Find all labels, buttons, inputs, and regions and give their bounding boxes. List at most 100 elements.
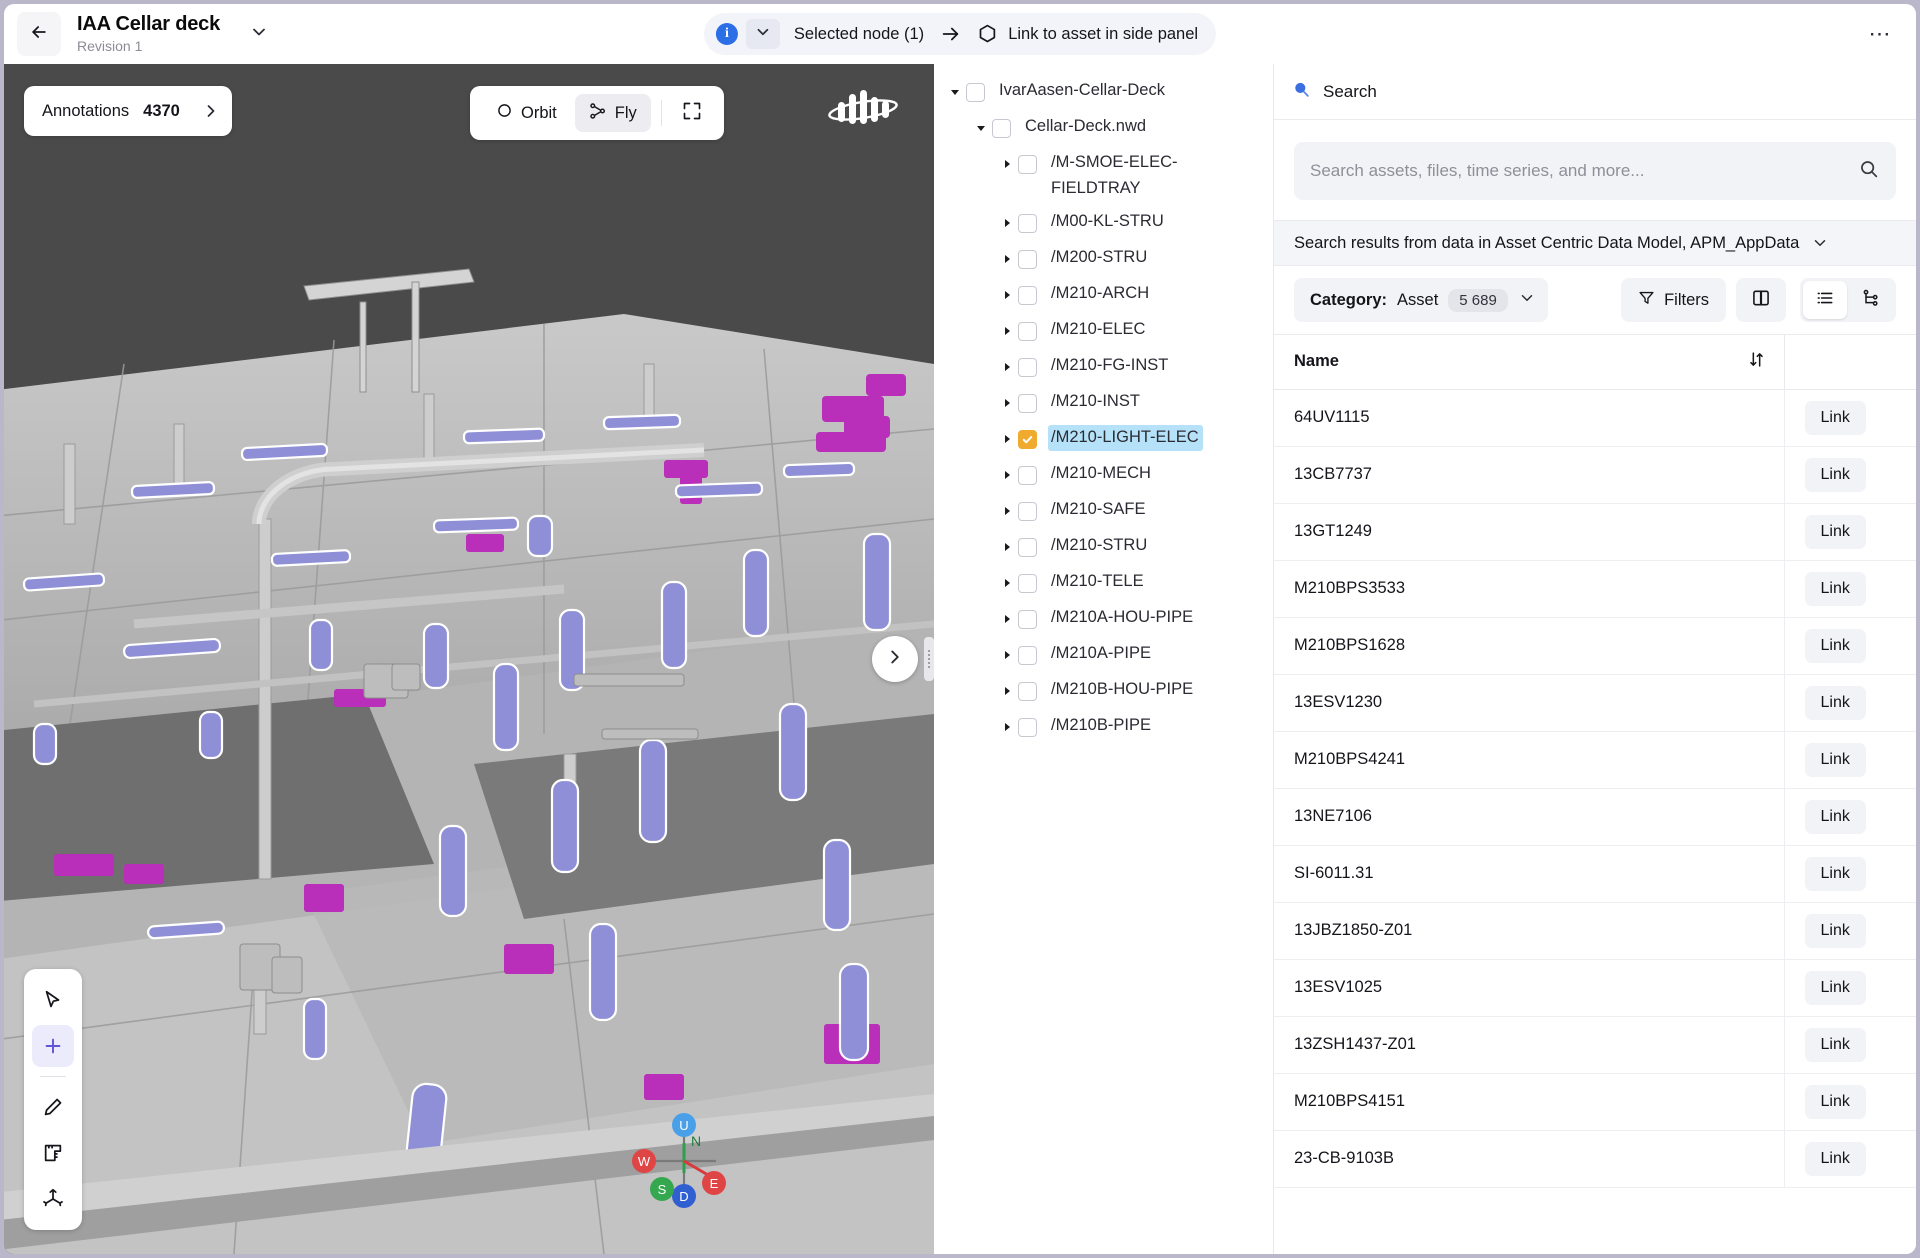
sort-icon[interactable] — [1747, 350, 1766, 374]
table-row[interactable]: 13CB7737 Link — [1274, 446, 1916, 504]
results-table-area[interactable]: Name 64UV1115 Link 13CB7737 Link 13GT1249 Lin… — [1274, 335, 1916, 1254]
tree-node[interactable]: /M210B-PIPE — [934, 709, 1273, 745]
tree-node-checkbox[interactable] — [1018, 466, 1037, 486]
link-button[interactable]: Link — [1804, 514, 1866, 549]
tree-node[interactable]: /M210-INST — [934, 385, 1273, 421]
link-button[interactable]: Link — [1804, 742, 1866, 777]
back-button[interactable] — [17, 12, 61, 56]
link-button[interactable]: Link — [1804, 799, 1866, 834]
tree-node[interactable]: /M210B-HOU-PIPE — [934, 673, 1273, 709]
link-to-asset-button[interactable]: Link to asset in side panel — [1008, 25, 1198, 44]
tree-node-checkbox[interactable] — [1018, 538, 1037, 558]
tree-node-checkbox[interactable] — [1018, 502, 1037, 522]
tree-node-checkbox[interactable] — [1018, 682, 1037, 702]
link-button[interactable]: Link — [1804, 571, 1866, 606]
tree-node[interactable]: /M-SMOE-ELEC-FIELDTRAY — [934, 146, 1273, 205]
tree-node[interactable]: Cellar-Deck.nwd — [934, 110, 1273, 146]
tree-node-checkbox[interactable] — [1018, 610, 1037, 630]
table-row[interactable]: M210BPS3533 Link — [1274, 560, 1916, 618]
tree-node-checkbox[interactable] — [1018, 250, 1037, 270]
category-filter-chip[interactable]: Category: Asset 5 689 — [1294, 278, 1548, 322]
tree-node[interactable]: /M210-ARCH — [934, 277, 1273, 313]
tree-node[interactable]: /M210-LIGHT-ELEC — [934, 421, 1273, 457]
tree-node[interactable]: /M210A-HOU-PIPE — [934, 601, 1273, 637]
table-row[interactable]: M210BPS1628 Link — [1274, 617, 1916, 675]
tree-node-checkbox[interactable] — [1018, 574, 1037, 594]
tree-node-checkbox[interactable] — [1018, 358, 1037, 378]
selected-node-dropdown[interactable] — [745, 19, 780, 49]
link-button[interactable]: Link — [1804, 970, 1866, 1005]
table-row[interactable]: M210BPS4151 Link — [1274, 1073, 1916, 1131]
chevron-right-icon[interactable] — [996, 209, 1018, 237]
chevron-right-icon[interactable] — [196, 96, 226, 126]
fullscreen-button[interactable] — [672, 94, 712, 132]
viewer-resize-handle[interactable] — [924, 637, 934, 681]
split-view-button[interactable] — [1736, 278, 1786, 322]
orientation-compass[interactable]: U D W E S N — [624, 1099, 744, 1219]
chevron-down-icon[interactable] — [970, 114, 992, 142]
tree-node[interactable]: /M210-TELE — [934, 565, 1273, 601]
3d-model-canvas[interactable] — [4, 64, 934, 1254]
table-row[interactable]: 13ESV1230 Link — [1274, 674, 1916, 732]
tree-node-checkbox[interactable] — [1018, 155, 1037, 174]
chevron-right-icon[interactable] — [996, 569, 1018, 597]
link-button[interactable]: Link — [1804, 913, 1866, 948]
table-row[interactable]: 13GT1249 Link — [1274, 503, 1916, 561]
title-dropdown-button[interactable] — [246, 21, 272, 47]
tree-node-checkbox[interactable] — [1018, 214, 1037, 234]
annotations-chip[interactable]: Annotations 4370 — [24, 86, 232, 136]
chevron-right-icon[interactable] — [996, 150, 1018, 178]
link-button[interactable]: Link — [1804, 856, 1866, 891]
3d-viewer[interactable]: Annotations 4370 Orbit Fly U D W E S N — [4, 64, 934, 1254]
table-row[interactable]: 13JBZ1850-Z01 Link — [1274, 902, 1916, 960]
orbit-mode-button[interactable]: Orbit — [482, 94, 571, 132]
chevron-right-icon[interactable] — [996, 245, 1018, 273]
chevron-right-icon[interactable] — [996, 641, 1018, 669]
link-button[interactable]: Link — [1804, 628, 1866, 663]
tree-node[interactable]: /M210A-PIPE — [934, 637, 1273, 673]
chevron-right-icon[interactable] — [996, 677, 1018, 705]
chevron-right-icon[interactable] — [996, 317, 1018, 345]
chevron-down-icon[interactable] — [944, 78, 966, 106]
cursor-select-icon[interactable] — [32, 979, 74, 1021]
table-row[interactable]: 23-CB-9103B Link — [1274, 1130, 1916, 1188]
search-submit-icon[interactable] — [1858, 158, 1880, 185]
chevron-right-icon[interactable] — [996, 497, 1018, 525]
tree-node-checkbox[interactable] — [1018, 646, 1037, 666]
column-header-name[interactable]: Name — [1274, 335, 1784, 390]
tree-node[interactable]: /M210-ELEC — [934, 313, 1273, 349]
tree-node[interactable]: /M210-STRU — [934, 529, 1273, 565]
tree-node[interactable]: /M210-SAFE — [934, 493, 1273, 529]
table-row[interactable]: 64UV1115 Link — [1274, 389, 1916, 447]
pen-icon[interactable] — [32, 1086, 74, 1128]
table-row[interactable]: 13NE7106 Link — [1274, 788, 1916, 846]
filters-button[interactable]: Filters — [1621, 278, 1726, 322]
axis-icon[interactable] — [32, 1178, 74, 1220]
tree-node-checkbox[interactable] — [1018, 394, 1037, 414]
tree-node[interactable]: /M210-FG-INST — [934, 349, 1273, 385]
table-row[interactable]: 13ZSH1437-Z01 Link — [1274, 1016, 1916, 1074]
tree-node[interactable]: /M200-STRU — [934, 241, 1273, 277]
ruler-icon[interactable] — [32, 1132, 74, 1174]
fly-mode-button[interactable]: Fly — [574, 94, 651, 132]
link-button[interactable]: Link — [1804, 685, 1866, 720]
tree-node[interactable]: /M210-MECH — [934, 457, 1273, 493]
table-row[interactable]: SI-6011.31 Link — [1274, 845, 1916, 903]
add-annotation-icon[interactable] — [32, 1025, 74, 1067]
tree-node-checkbox[interactable] — [1018, 430, 1037, 450]
search-box[interactable] — [1294, 142, 1896, 200]
chevron-right-icon[interactable] — [996, 533, 1018, 561]
chevron-right-icon[interactable] — [996, 425, 1018, 453]
chevron-right-icon[interactable] — [996, 353, 1018, 381]
chevron-right-icon[interactable] — [996, 281, 1018, 309]
tree-node[interactable]: /M00-KL-STRU — [934, 205, 1273, 241]
chevron-right-icon[interactable] — [996, 605, 1018, 633]
table-row[interactable]: M210BPS4241 Link — [1274, 731, 1916, 789]
tree-node-checkbox[interactable] — [1018, 286, 1037, 306]
collapse-viewer-button[interactable] — [872, 636, 918, 682]
chevron-right-icon[interactable] — [996, 713, 1018, 741]
more-options-icon[interactable]: ⋯ — [1862, 16, 1898, 52]
tree-node-checkbox[interactable] — [1018, 322, 1037, 342]
hierarchy-view-button[interactable] — [1849, 281, 1893, 319]
search-source-selector[interactable]: Search results from data in Asset Centri… — [1274, 220, 1916, 266]
